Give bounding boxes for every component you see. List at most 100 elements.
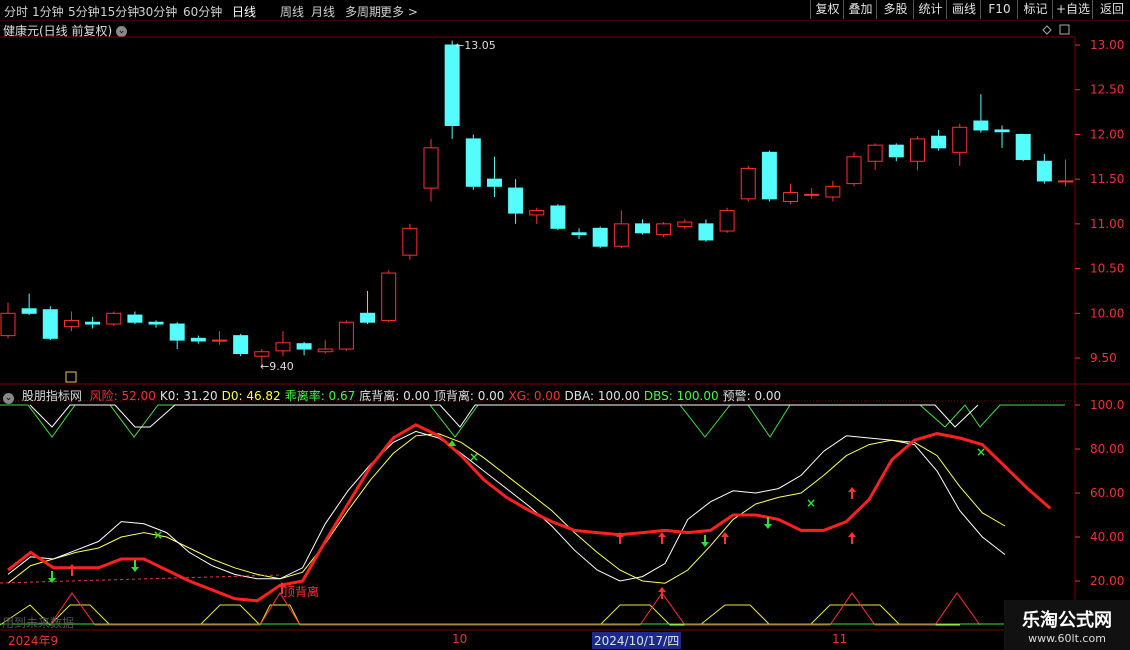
candle-body-40 [846,156,862,185]
ind-axis-label-4: 20.00 [1090,574,1124,588]
indicator-value-6: XG: 0.00 [508,389,561,403]
indicator-value-9: 预警: 0.00 [722,389,782,403]
candle-body-6 [127,314,143,323]
candle-body-10 [212,339,227,342]
series-risk [7,423,1052,603]
ind-axis-label-0: 100.0 [1090,398,1124,412]
candle-body-3 [63,319,79,328]
info-marker-icon [65,371,77,383]
candle-body-36 [761,151,777,200]
candle-body-30 [635,223,650,234]
indicator-values: 风险: 52.00 K0: 31.20 D0: 46.82 乖离率: 0.67 底背离:… [90,389,786,403]
candle-body-34 [719,209,735,232]
diamond-icon [1042,25,1052,35]
candle-body-46 [973,120,989,131]
up-arrow-icon-0 [68,564,76,576]
up-arrow-icon-6 [848,532,856,544]
candle-body-50 [1058,180,1073,183]
candle-body-48 [1015,133,1031,160]
indicator-value-4: 底背离: 0.00 [359,389,430,403]
candle-body-32 [677,221,693,228]
up-arrow-icon-3 [658,532,666,544]
up-arrow-icon-5 [721,532,729,544]
divergence-dashed-line [0,574,281,584]
candle-body-18 [381,272,397,321]
price-axis-label-4: 11.00 [1090,217,1124,231]
low-price-label: ←9.40 [260,360,294,373]
candle-body-23 [486,178,502,187]
candle-body-27 [571,232,587,236]
x-mark-icon-0: × [153,528,163,542]
candle-body-11 [233,335,249,355]
candle-body-15 [317,348,333,353]
watermark-url: www.60lt.com [1028,632,1106,645]
indicator-value-8: DBS: 100.00 [643,389,719,403]
x-axis-label-3: 11 [832,632,848,646]
high-price-label: ←13.05 [455,39,496,52]
window-icon [1059,24,1070,35]
candle-body-16 [338,321,354,350]
indicator-value-0: 风险: 52.00 [89,389,156,403]
indicator-header: ⌄ 股朋指标网 风险: 52.00 K0: 31.20 D0: 46.82 乖离率: … [3,387,789,404]
candle-body-7 [148,321,164,325]
watermark: 乐淘公式网 www.60lt.com [1004,600,1130,650]
watermark-title: 乐淘公式网 [1022,610,1112,631]
candle-body-13 [275,342,291,352]
indicator-collapse-icon[interactable]: ⌄ [3,393,14,404]
ind-axis-label-2: 60.00 [1090,486,1124,500]
candle-body-39 [825,185,841,198]
price-axis-label-3: 11.50 [1090,172,1124,186]
candle-body-41 [867,144,883,162]
candle-body-4 [85,321,101,325]
price-axis-label-5: 10.50 [1090,262,1124,276]
candle-body-2 [42,309,58,339]
dba-signal-line [29,404,979,428]
x-axis-label-1: 10 [452,632,468,646]
ind-axis-label-3: 40.00 [1090,530,1124,544]
down-arrow-icon-1 [131,560,139,572]
price-axis-label-1: 12.50 [1090,83,1124,97]
candle-body-21 [444,44,460,126]
divergence-annotation: 顶背离 [283,584,319,599]
candle-body-12 [254,351,270,357]
candle-body-37 [783,192,799,203]
candle-body-25 [529,209,545,216]
dbs-signal-line [0,404,1065,438]
indicator-value-3: 乖离率: 0.67 [284,389,356,403]
candle-body-0 [0,312,16,337]
candle-body-5 [106,312,122,325]
candle-body-42 [888,144,904,158]
price-axis-label-7: 9.50 [1090,351,1117,365]
candle-body-17 [360,312,376,323]
bottom-signal-yellow [0,604,960,626]
candle-body-44 [931,135,947,149]
series-k0 [7,430,1006,582]
x-mark-icon-1: × [469,450,479,464]
indicator-value-5: 顶背离: 0.00 [433,389,505,403]
chart-canvas[interactable]: 13.00 12.50 12.00 11.50 11.00 10.50 10.00 9.50 ←… [0,0,1130,650]
indicator-value-1: K0: 31.20 [159,389,218,403]
price-axis-label-2: 12.00 [1090,127,1124,141]
price-axis-label-6: 10.00 [1090,306,1124,320]
candle-body-24 [508,187,524,214]
candle-body-22 [465,138,481,187]
indicator-value-2: D0: 46.82 [221,389,281,403]
candle-body-9 [190,337,206,342]
future-data-warning: 用到未来数据 [2,616,75,630]
candle-body-35 [740,167,756,200]
up-arrow-icon-7 [848,487,856,499]
x-mark-icon-3: × [976,445,986,459]
candle-body-8 [169,323,185,341]
x-axis-label-0: 2024年9 [8,634,59,648]
x-mark-icon-2: × [806,496,816,510]
candle-body-29 [613,223,629,247]
candle-body-19 [402,227,418,256]
bottom-signal-red [49,592,981,626]
series-d0 [7,433,1006,584]
x-axis-label-2: 2024/10/17/四 [592,632,682,649]
candle-body-31 [656,223,672,236]
candle-body-1 [21,308,37,314]
candle-body-43 [909,138,925,162]
candle-body-49 [1036,160,1052,182]
candle-body-28 [592,227,608,247]
